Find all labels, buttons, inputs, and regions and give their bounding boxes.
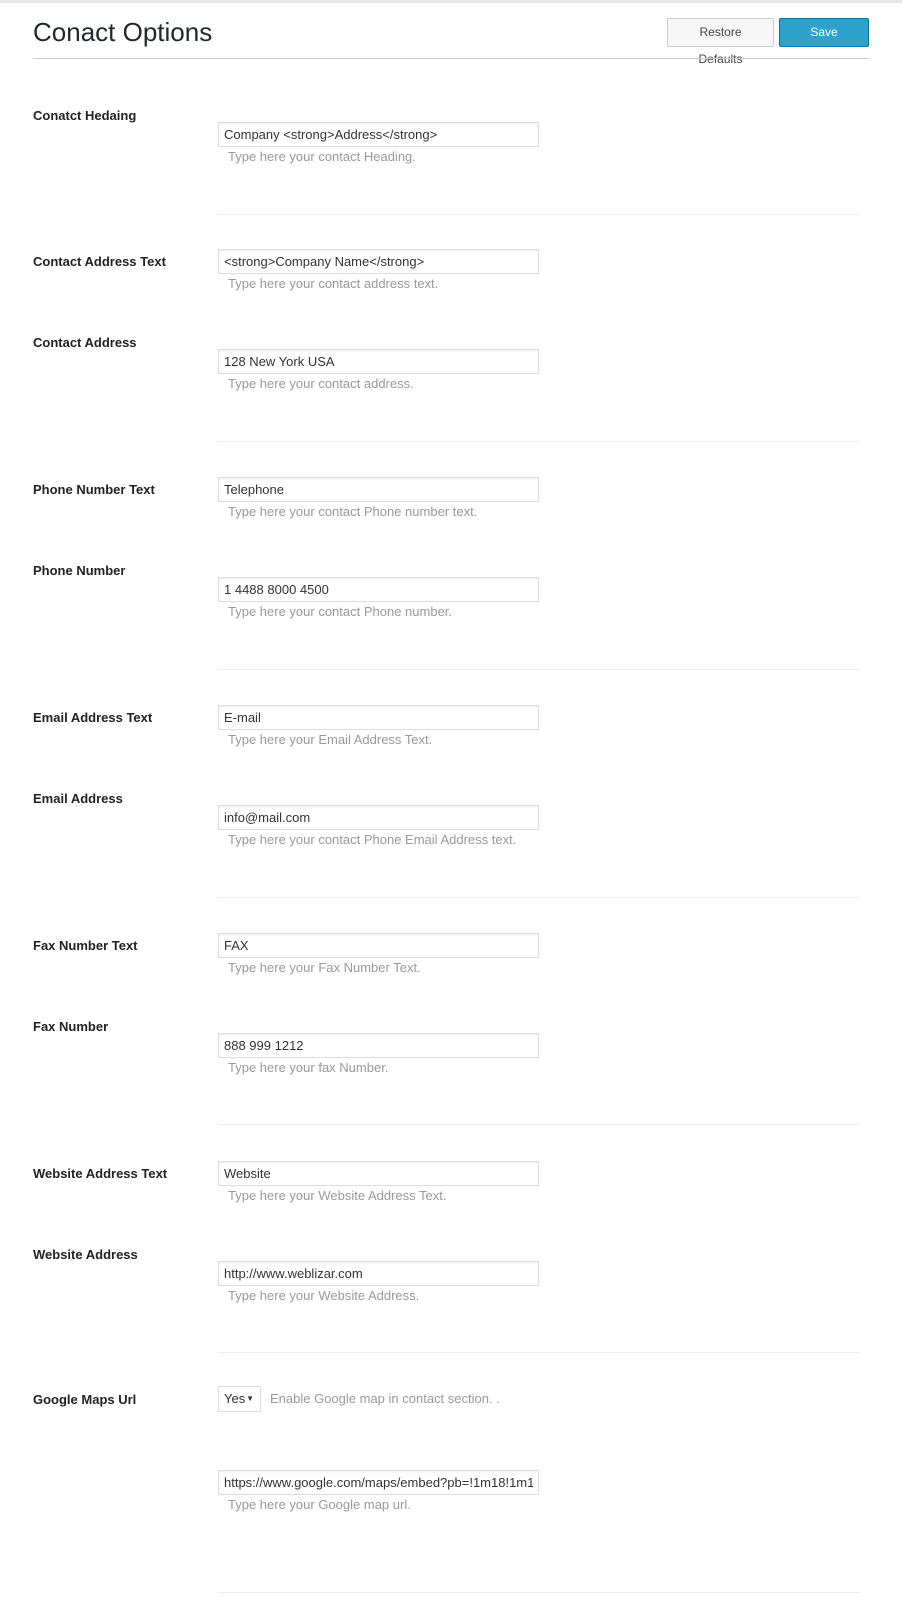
help-text: Type here your contact Phone Email Addre…: [228, 832, 517, 847]
restore-defaults-button[interactable]: Restore Defaults: [667, 18, 774, 66]
field-input[interactable]: <strong>Company Name</strong>: [218, 249, 539, 274]
field-label: Conatct Hedaing: [33, 108, 137, 123]
select-help-text: Enable Google map in contact section. .: [270, 1391, 500, 1406]
field-input[interactable]: E-mail: [218, 705, 539, 730]
caret-down-icon: ▼: [246, 1394, 254, 1403]
field-value: FAX: [224, 938, 249, 953]
section-divider: [218, 1352, 860, 1353]
field-input[interactable]: http://www.weblizar.com: [218, 1261, 539, 1286]
help-text: Type here your contact Phone number text…: [228, 504, 478, 519]
field-value: 888 999 1212: [224, 1038, 304, 1053]
help-text: Type here your contact address text.: [228, 276, 439, 291]
field-input[interactable]: 888 999 1212: [218, 1033, 539, 1058]
top-border: [0, 0, 902, 3]
field-value: 128 New York USA: [224, 354, 335, 369]
field-value: Company <strong>Address</strong>: [224, 127, 438, 142]
field-input[interactable]: Company <strong>Address</strong>: [218, 122, 539, 147]
field-label: Contact Address Text: [33, 254, 166, 269]
google-map-url-input[interactable]: [218, 1470, 539, 1495]
page-title: Conact Options: [33, 17, 213, 47]
field-value: http://www.weblizar.com: [224, 1266, 363, 1281]
field-label: Phone Number: [33, 563, 126, 578]
help-text: Type here your contact Phone number.: [228, 604, 453, 619]
field-input[interactable]: Telephone: [218, 477, 539, 502]
field-label: Phone Number Text: [33, 482, 155, 497]
google-map-enable-select[interactable]: Yes ▼: [218, 1386, 261, 1412]
section-divider: [218, 441, 860, 442]
help-text: Type here your fax Number.: [228, 1060, 389, 1075]
field-label: Contact Address: [33, 335, 137, 350]
help-text: Type here your contact Heading.: [228, 149, 416, 164]
help-text: Type here your Google map url.: [228, 1497, 411, 1512]
field-input[interactable]: 1 4488 8000 4500: [218, 577, 539, 602]
field-label: Fax Number: [33, 1019, 109, 1034]
field-value: <strong>Company Name</strong>: [224, 254, 425, 269]
section-divider: [218, 897, 860, 898]
section-divider: [218, 1124, 860, 1125]
field-label: Email Address: [33, 791, 123, 806]
field-input[interactable]: FAX: [218, 933, 539, 958]
field-input[interactable]: 128 New York USA: [218, 349, 539, 374]
help-text: Type here your contact address.: [228, 376, 414, 391]
field-value: Telephone: [224, 482, 284, 497]
field-label: Email Address Text: [33, 710, 153, 725]
header-divider: [33, 58, 869, 59]
section-divider: [218, 214, 860, 215]
save-options-button[interactable]: Save Options: [779, 18, 869, 66]
help-text: Type here your Fax Number Text.: [228, 960, 421, 975]
field-value: 1 4488 8000 4500: [224, 582, 329, 597]
section-divider: [218, 669, 860, 670]
field-input[interactable]: info@mail.com: [218, 805, 539, 830]
help-text: Type here your Website Address Text.: [228, 1188, 447, 1203]
section-divider: [218, 1592, 860, 1593]
field-label: Website Address Text: [33, 1166, 168, 1181]
field-label: Google Maps Url: [33, 1392, 137, 1407]
select-value: Yes: [224, 1391, 246, 1406]
field-value: E-mail: [224, 710, 261, 725]
field-label: Fax Number Text: [33, 938, 138, 953]
help-text: Type here your Website Address.: [228, 1288, 420, 1303]
field-label: Website Address: [33, 1247, 138, 1262]
field-input[interactable]: Website: [218, 1161, 539, 1186]
help-text: Type here your Email Address Text.: [228, 732, 433, 747]
field-value: info@mail.com: [224, 810, 311, 825]
field-value: Website: [224, 1166, 271, 1181]
